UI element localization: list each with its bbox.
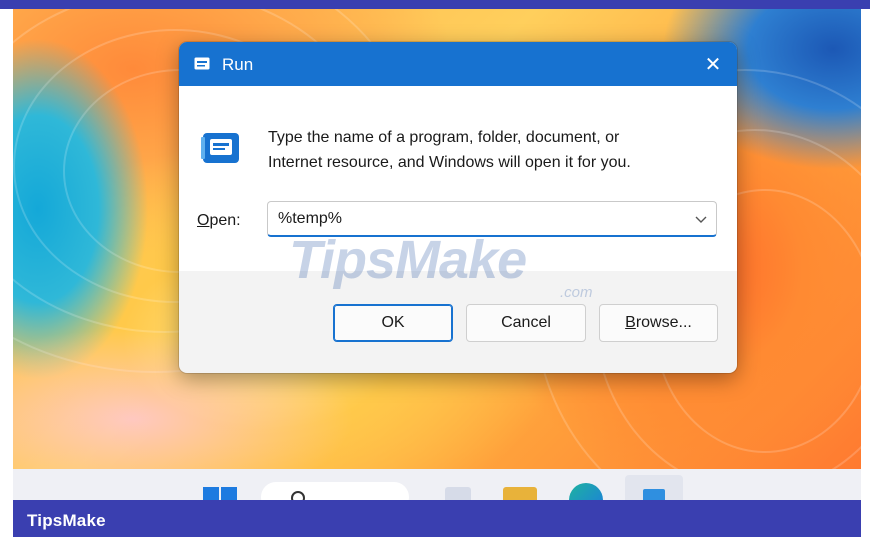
top-border — [0, 0, 870, 9]
description-line: Internet resource, and Windows will open… — [268, 154, 631, 171]
screenshot-frame: TipsMake Run ✕ Type the name of a progra… — [0, 0, 870, 537]
run-app-icon — [194, 57, 210, 70]
dialog-title: Run — [222, 55, 254, 74]
run-icon[interactable] — [625, 475, 683, 500]
title-bar: Run ✕ — [179, 42, 737, 86]
run-program-icon — [201, 132, 241, 164]
watermark-domain: .com — [560, 284, 593, 301]
taskbar — [13, 469, 861, 500]
app-icon[interactable] — [445, 487, 471, 500]
dialog-description: Type the name of a program, folder, docu… — [268, 125, 708, 175]
search-icon[interactable] — [261, 482, 409, 500]
chevron-down-icon[interactable] — [694, 212, 708, 226]
open-input-value[interactable]: %temp% — [278, 210, 342, 228]
footer-brand: TipsMake — [27, 511, 106, 530]
cancel-button[interactable]: Cancel — [466, 304, 586, 342]
description-line: Type the name of a program, folder, docu… — [268, 129, 620, 146]
close-icon[interactable]: ✕ — [689, 42, 737, 86]
browse-accelerator: B — [625, 314, 636, 331]
browse-label: rowse... — [635, 314, 692, 331]
watermark-text: TipsMake — [289, 230, 527, 290]
edge-icon[interactable] — [569, 483, 603, 500]
ok-button[interactable]: OK — [333, 304, 453, 342]
file-explorer-icon[interactable] — [503, 487, 537, 500]
brand-footer: TipsMake — [13, 500, 861, 537]
browse-button[interactable]: Browse... — [599, 304, 718, 342]
open-label-accelerator: O — [197, 212, 210, 229]
run-dialog: Run ✕ Type the name of a program, folder… — [179, 42, 737, 373]
start-icon[interactable] — [203, 487, 237, 500]
open-label: Open: — [197, 212, 241, 230]
open-label-text: pen: — [209, 212, 241, 229]
